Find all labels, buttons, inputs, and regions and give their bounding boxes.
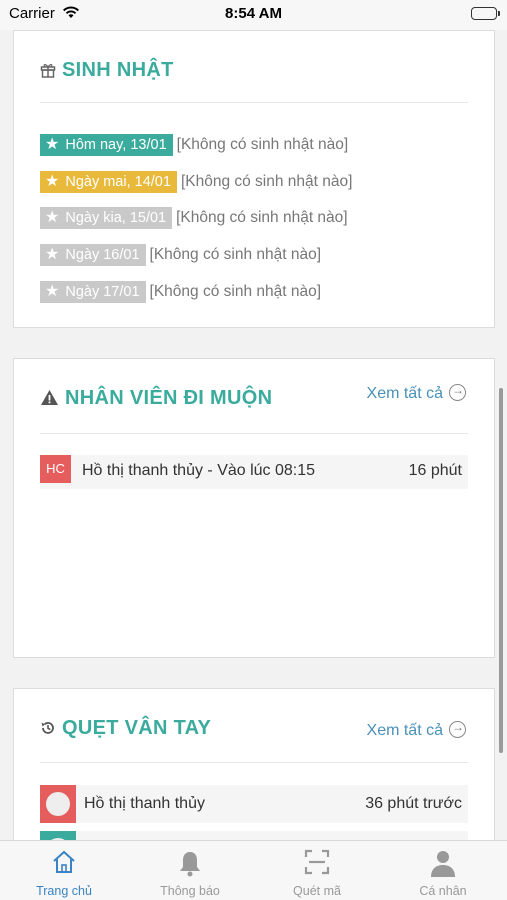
status-bar: Carrier 8:54 AM xyxy=(0,0,507,30)
fingerprint-row[interactable] xyxy=(40,831,468,840)
bell-icon xyxy=(178,849,202,882)
birthday-row: ★ Ngày mai, 14/01 [Không có sinh nhật nào… xyxy=(40,171,352,193)
clock: 8:54 AM xyxy=(225,5,282,22)
birthday-card: SINH NHẬT ★ Hôm nay, 13/01 [Không có sinh… xyxy=(13,30,495,328)
star-icon: ★ xyxy=(45,136,60,153)
divider xyxy=(40,102,468,103)
tab-label: Quét mã xyxy=(293,884,341,898)
fingerprint-title-text: QUẸT VÂN TAY xyxy=(62,717,212,739)
birthday-text: [Không có sinh nhật nào] xyxy=(149,283,322,300)
see-all-label[interactable]: Xem tất cả xyxy=(367,385,443,402)
divider xyxy=(40,433,468,434)
tab-bar: Trang chủ Thông báo Quét mã Cá nhân xyxy=(0,840,507,900)
see-all-late-link[interactable]: Xem tất cả xyxy=(367,383,466,403)
tab-scan[interactable]: Quét mã xyxy=(267,841,367,900)
fingerprint-time: 36 phút trước xyxy=(365,795,462,812)
tab-label: Trang chủ xyxy=(36,884,92,898)
person-icon xyxy=(429,849,457,882)
day-tag: ★ Ngày mai, 14/01 xyxy=(40,171,177,193)
birthday-row: ★ Ngày kia, 15/01 [Không có sinh nhật nào… xyxy=(40,207,348,229)
initials-badge: HC xyxy=(40,455,71,483)
fingerprint-row[interactable]: Hồ thị thanh thủy 36 phút trước xyxy=(40,785,468,823)
birthday-title-text: SINH NHẬT xyxy=(62,59,174,81)
late-duration: 16 phút xyxy=(408,462,462,479)
star-icon: ★ xyxy=(45,209,60,226)
birthday-row: ★ Hôm nay, 13/01 [Không có sinh nhật nào] xyxy=(40,134,348,156)
birthday-text: [Không có sinh nhật nào] xyxy=(180,173,353,190)
birthday-title: SINH NHẬT xyxy=(40,59,174,84)
day-tag: ★ Ngày 17/01 xyxy=(40,281,146,303)
arrow-circle-icon xyxy=(449,383,466,401)
see-all-fingerprint-link[interactable]: Xem tất cả xyxy=(367,720,466,740)
scrollbar[interactable] xyxy=(499,388,503,753)
late-title: NHÂN VIÊN ĐI MUỘN xyxy=(40,387,272,412)
avatar xyxy=(40,831,76,840)
see-all-label[interactable]: Xem tất cả xyxy=(367,722,443,739)
star-icon: ★ xyxy=(45,246,60,263)
late-employee-row[interactable]: HC Hồ thị thanh thủy - Vào lúc 08:15 16 … xyxy=(40,455,468,489)
tab-notifications[interactable]: Thông báo xyxy=(140,841,240,900)
tab-label: Cá nhân xyxy=(419,884,467,898)
home-icon xyxy=(51,849,77,880)
fingerprint-name: Hồ thị thanh thủy xyxy=(84,795,205,812)
arrow-circle-icon xyxy=(449,720,466,738)
day-tag: ★ Ngày kia, 15/01 xyxy=(40,207,173,229)
tab-label: Thông báo xyxy=(160,884,220,898)
birthday-text: [Không có sinh nhật nào] xyxy=(176,209,348,226)
birthday-text: [Không có sinh nhật nào] xyxy=(149,246,322,263)
scan-icon xyxy=(304,849,330,880)
scroll-content[interactable]: SINH NHẬT ★ Hôm nay, 13/01 [Không có sinh… xyxy=(0,30,507,840)
divider xyxy=(40,762,468,763)
gift-icon xyxy=(40,61,56,84)
tab-home[interactable]: Trang chủ xyxy=(14,841,114,900)
tab-profile[interactable]: Cá nhân xyxy=(393,841,493,900)
birthday-text: [Không có sinh nhật nào] xyxy=(176,136,349,153)
birthday-row: ★ Ngày 17/01 [Không có sinh nhật nào] xyxy=(40,281,321,303)
late-employee-name: Hồ thị thanh thủy - Vào lúc 08:15 xyxy=(82,462,316,479)
late-title-text: NHÂN VIÊN ĐI MUỘN xyxy=(65,387,273,409)
fingerprint-title: QUẸT VÂN TAY xyxy=(40,717,211,742)
late-employees-card: NHÂN VIÊN ĐI MUỘN Xem tất cả HC Hồ thị t… xyxy=(13,358,495,658)
day-tag: ★ Ngày 16/01 xyxy=(40,244,146,266)
avatar xyxy=(40,785,76,823)
star-icon: ★ xyxy=(45,283,60,300)
fingerprint-card: QUẸT VÂN TAY Xem tất cả Hồ thị thanh thủ… xyxy=(13,688,495,840)
battery-icon xyxy=(471,7,500,20)
warning-icon xyxy=(40,389,59,412)
history-icon xyxy=(40,719,56,742)
star-icon: ★ xyxy=(45,173,60,190)
day-tag: ★ Hôm nay, 13/01 xyxy=(40,134,173,156)
birthday-row: ★ Ngày 16/01 [Không có sinh nhật nào] xyxy=(40,244,321,266)
